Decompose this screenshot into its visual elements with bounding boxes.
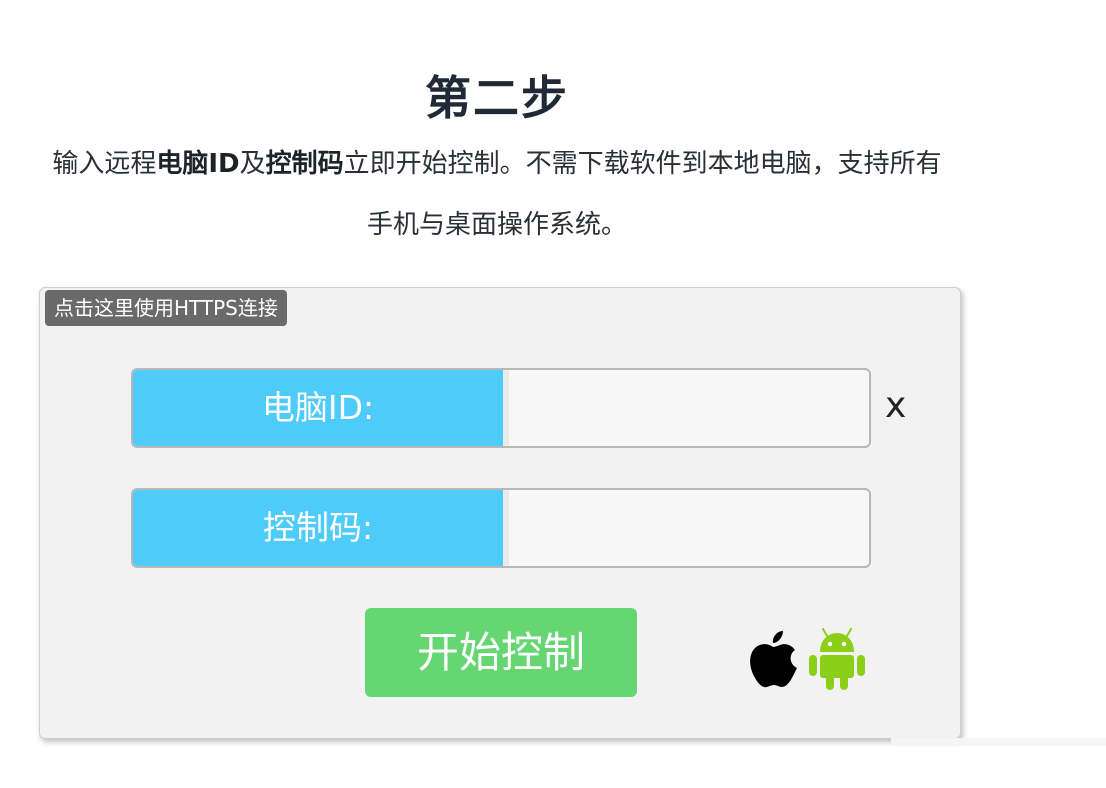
control-code-field: 控制码: bbox=[131, 488, 871, 568]
step-title: 第二步 bbox=[425, 71, 569, 125]
android-icon[interactable] bbox=[809, 628, 865, 690]
intro-text-part2: 及 bbox=[239, 149, 266, 179]
start-control-button[interactable]: 开始控制 bbox=[365, 608, 637, 697]
intro-highlight-computer-id: 电脑ID bbox=[156, 149, 240, 179]
intro-text-part3: 立即开始控制。不需下载软件到本地电脑，支持所有手机与桌面操作系统。 bbox=[343, 149, 942, 240]
page: 第二步 输入远程电脑ID及控制码立即开始控制。不需下载软件到本地电脑，支持所有手… bbox=[0, 0, 1106, 788]
computer-id-input[interactable] bbox=[509, 370, 857, 446]
bottom-edge bbox=[891, 738, 1106, 746]
intro-text-part1: 输入远程 bbox=[52, 149, 157, 179]
remote-control-panel: 点击这里使用HTTPS连接 电脑ID: x 控制码: 开始控制 bbox=[39, 287, 961, 739]
control-code-label: 控制码: bbox=[133, 490, 509, 566]
clear-computer-id-button[interactable]: x bbox=[885, 386, 906, 426]
control-code-input[interactable] bbox=[509, 490, 857, 566]
intro-text: 输入远程电脑ID及控制码立即开始控制。不需下载软件到本地电脑，支持所有手机与桌面… bbox=[44, 134, 950, 256]
https-link[interactable]: 点击这里使用HTTPS连接 bbox=[45, 290, 287, 326]
intro-highlight-control-code: 控制码 bbox=[265, 149, 344, 179]
apple-icon[interactable] bbox=[746, 627, 800, 689]
computer-id-field: 电脑ID: bbox=[131, 368, 871, 448]
computer-id-label: 电脑ID: bbox=[133, 370, 509, 446]
